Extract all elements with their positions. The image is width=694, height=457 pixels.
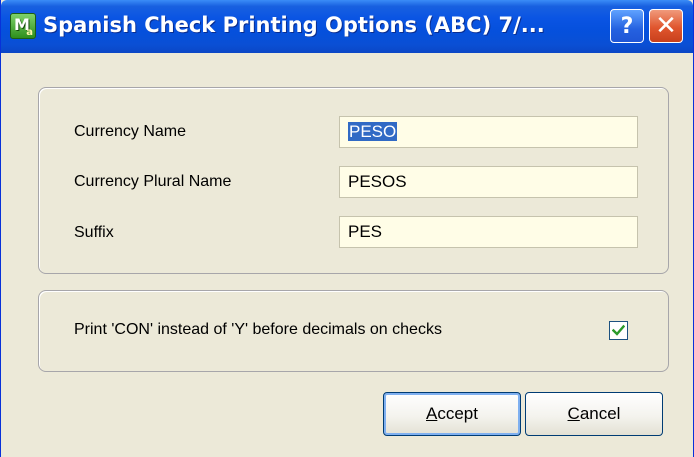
suffix-field[interactable]: PES [339,216,638,248]
title-bar[interactable]: Ma Spanish Check Printing Options (ABC) … [1,0,693,53]
print-con-label: Print 'CON' instead of 'Y' before decima… [74,321,442,338]
accept-label: ccept [437,404,478,423]
cancel-mnemonic: C [567,404,580,423]
suffix-value: PES [348,222,383,241]
currency-plural-value: PESOS [348,172,407,191]
currency-name-value: PESO [348,122,398,141]
close-button[interactable]: ✕ [649,9,683,43]
cancel-label: ancel [579,404,621,423]
currency-name-field[interactable]: PESO [339,116,638,148]
help-button[interactable]: ? [610,9,644,43]
close-icon: ✕ [655,11,677,41]
dialog-window: Ma Spanish Check Printing Options (ABC) … [0,0,694,457]
suffix-label: Suffix [74,224,114,241]
accept-button[interactable]: Accept [383,392,521,436]
currency-plural-label: Currency Plural Name [74,173,232,190]
checkmark-icon [612,324,625,336]
currency-name-label: Currency Name [74,123,187,140]
app-icon: Ma [10,13,36,39]
currency-plural-field[interactable]: PESOS [339,166,638,198]
cancel-button[interactable]: Cancel [525,392,663,436]
window-title: Spanish Check Printing Options (ABC) 7/.… [43,13,545,37]
accept-mnemonic: A [426,404,438,423]
print-con-checkbox[interactable] [609,321,628,340]
help-icon: ? [620,13,634,39]
